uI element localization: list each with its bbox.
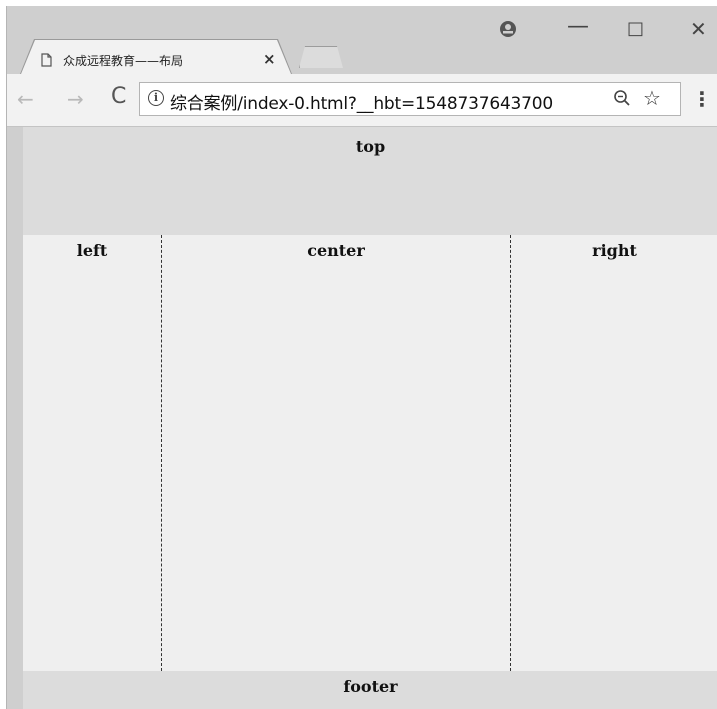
center-region: center xyxy=(161,235,511,671)
top-region: top xyxy=(23,127,717,235)
bookmark-star-icon[interactable]: ☆ xyxy=(643,86,661,110)
url-text[interactable]: 综合案例/index-0.html?__hbt=1548737643700 xyxy=(170,89,553,114)
profile-icon[interactable] xyxy=(499,20,517,38)
minimize-button[interactable]: — xyxy=(567,14,589,39)
browser-window: 众成远程教育——布局 × — □ ✕ ← → C i 综合案例/index-0.… xyxy=(6,6,717,709)
page-viewport: top left center right footer xyxy=(23,127,717,709)
maximize-button[interactable]: □ xyxy=(627,18,644,39)
tab-strip: 众成远程教育——布局 × — □ ✕ xyxy=(7,6,717,74)
tab-close-icon[interactable]: × xyxy=(263,50,276,68)
zoom-icon[interactable] xyxy=(613,88,631,108)
footer-region: footer xyxy=(23,671,717,709)
forward-button[interactable]: → xyxy=(67,88,84,110)
right-label: right xyxy=(592,241,637,260)
info-icon[interactable]: i xyxy=(148,90,164,106)
right-region: right xyxy=(511,235,717,671)
tab-title: 众成远程教育——布局 xyxy=(63,54,184,68)
browser-toolbar: ← → C i 综合案例/index-0.html?__hbt=15487376… xyxy=(7,74,717,127)
reload-button[interactable]: C xyxy=(111,86,126,108)
left-region: left xyxy=(23,235,161,671)
top-label: top xyxy=(355,137,386,156)
left-label: left xyxy=(76,241,108,260)
footer-label: footer xyxy=(343,677,398,696)
page-icon xyxy=(41,53,52,67)
new-tab-button[interactable] xyxy=(299,46,343,68)
close-window-button[interactable]: ✕ xyxy=(690,17,707,41)
center-label: center xyxy=(307,241,365,260)
menu-icon[interactable]: ⋮ xyxy=(692,87,712,111)
back-button[interactable]: ← xyxy=(17,88,34,110)
address-bar[interactable]: i 综合案例/index-0.html?__hbt=1548737643700 … xyxy=(139,82,681,116)
